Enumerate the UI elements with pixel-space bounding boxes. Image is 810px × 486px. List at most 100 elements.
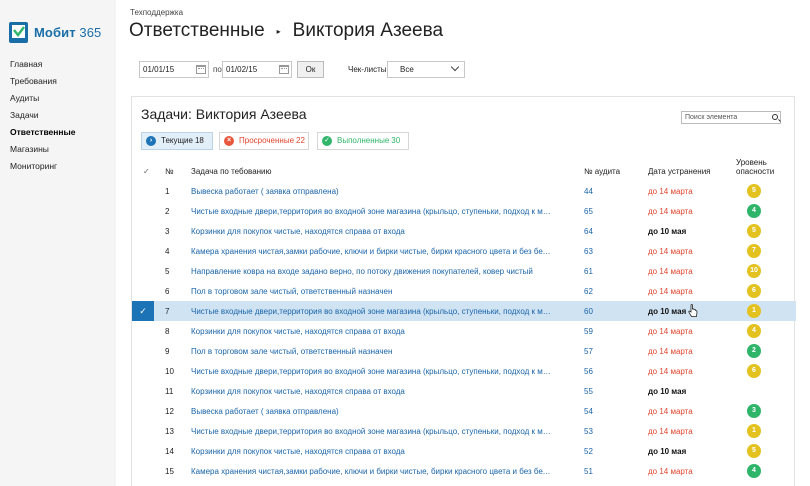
- row-due-date: до 10 мая: [648, 387, 687, 396]
- sidebar-item-responsible[interactable]: Ответственные: [0, 124, 116, 141]
- row-task-link[interactable]: Вывеска работает ( заявка отправлена): [191, 187, 553, 196]
- column-task[interactable]: Задача по тебованию: [191, 167, 272, 176]
- table-row[interactable]: 2 Чистые входные двери,территория во вход…: [132, 201, 796, 221]
- row-audit-link[interactable]: 51: [584, 467, 593, 476]
- row-audit-link[interactable]: 53: [584, 427, 593, 436]
- checklist-select[interactable]: Все: [387, 61, 465, 78]
- table-row[interactable]: 4 Камера хранения чистая,замки рабочие, к…: [132, 241, 796, 261]
- table-row[interactable]: 10 Чистые входные двери,территория во вхо…: [132, 361, 796, 381]
- row-task-link[interactable]: Направление ковра на входе задано верно,…: [191, 267, 553, 276]
- table-row[interactable]: 3 Корзинки для покупок чистые, находятся …: [132, 221, 796, 241]
- row-task-link[interactable]: Корзинки для покупок чистые, находятся с…: [191, 327, 553, 336]
- table-row[interactable]: 8 Корзинки для покупок чистые, находятся …: [132, 321, 796, 341]
- sidebar-item-monitoring[interactable]: Мониторинг: [0, 158, 116, 175]
- table-row[interactable]: 14 Корзинки для покупок чистые, находятся…: [132, 441, 796, 461]
- row-task-link[interactable]: Чистые входные двери,территория во входн…: [191, 307, 553, 316]
- row-task-link[interactable]: Чистые входные двери,территория во входн…: [191, 427, 553, 436]
- row-task-link[interactable]: Корзинки для покупок чистые, находятся с…: [191, 387, 553, 396]
- row-audit-link[interactable]: 44: [584, 187, 593, 196]
- select-all-check-icon[interactable]: ✓: [143, 167, 150, 176]
- table-row[interactable]: 1 Вывеска работает ( заявка отправлена) 44…: [132, 181, 796, 201]
- column-level[interactable]: Уровень опасности: [736, 158, 774, 176]
- row-danger-level-badge: 7: [747, 244, 761, 258]
- column-date[interactable]: Дата устранения: [648, 167, 711, 176]
- row-task-link[interactable]: Чистые входные двери,территория во входн…: [191, 207, 553, 216]
- table-row[interactable]: 5 Направление ковра на входе задано верно…: [132, 261, 796, 281]
- check-icon: ✓: [322, 136, 332, 146]
- row-danger-level-badge: 5: [747, 184, 761, 198]
- row-audit-link[interactable]: 60: [584, 307, 593, 316]
- table-row[interactable]: 15 Камера хранения чистая,замки рабочие, …: [132, 461, 796, 481]
- checklist-label: Чек-листы: [348, 65, 387, 74]
- tab-current-label: Текущие: [161, 136, 193, 145]
- row-num: 10: [165, 367, 174, 376]
- table-row[interactable]: 9 Пол в торговом зале чистый, ответственн…: [132, 341, 796, 361]
- row-danger-level-badge: 5: [747, 224, 761, 238]
- calendar-icon[interactable]: [279, 65, 289, 74]
- table-row[interactable]: ✓ 7 Чистые входные двери,территория во вхо…: [132, 301, 796, 321]
- column-audit[interactable]: № аудита: [584, 167, 620, 176]
- date-range-separator: по: [213, 65, 222, 74]
- page-title-section[interactable]: Ответственные: [129, 20, 265, 42]
- row-audit-link[interactable]: 61: [584, 267, 593, 276]
- row-audit-link[interactable]: 56: [584, 367, 593, 376]
- row-num: 14: [165, 447, 174, 456]
- row-danger-level-badge: 6: [747, 364, 761, 378]
- date-from-input[interactable]: 01/01/15: [139, 61, 209, 78]
- row-audit-link[interactable]: 54: [584, 407, 593, 416]
- panel-title: Задачи: Виктория Азеева: [141, 106, 307, 122]
- row-danger-level-badge: 4: [747, 204, 761, 218]
- row-num: 7: [165, 307, 170, 316]
- sidebar-item-tasks[interactable]: Задачи: [0, 107, 116, 124]
- search-icon[interactable]: [772, 114, 778, 120]
- row-num: 3: [165, 227, 170, 236]
- row-task-link[interactable]: Вывеска работает ( заявка отправлена): [191, 407, 553, 416]
- row-audit-link[interactable]: 59: [584, 327, 593, 336]
- row-task-link[interactable]: Камера хранения чистая,замки рабочие, кл…: [191, 247, 553, 256]
- row-num: 1: [165, 187, 170, 196]
- table-row[interactable]: 12 Вывеска работает ( заявка отправлена) 5…: [132, 401, 796, 421]
- row-task-link[interactable]: Пол в торговом зале чистый, ответственны…: [191, 347, 553, 356]
- row-task-link[interactable]: Корзинки для покупок чистые, находятся с…: [191, 227, 553, 236]
- row-audit-link[interactable]: 52: [584, 447, 593, 456]
- date-to-value: 01/02/15: [226, 65, 258, 74]
- sidebar-item-audits[interactable]: Аудиты: [0, 90, 116, 107]
- row-danger-level-badge: 5: [747, 444, 761, 458]
- ok-button[interactable]: Ок: [297, 61, 324, 78]
- row-task-link[interactable]: Пол в торговом зале чистый, ответственны…: [191, 287, 553, 296]
- row-audit-link[interactable]: 64: [584, 227, 593, 236]
- app-logo[interactable]: Мобит 365: [9, 21, 101, 43]
- row-task-link[interactable]: Корзинки для покупок чистые, находятся с…: [191, 447, 553, 456]
- row-task-link[interactable]: Камера хранения чистая,замки рабочие, кл…: [191, 467, 553, 476]
- search-placeholder: Поиск элемента: [685, 114, 738, 121]
- row-audit-link[interactable]: 57: [584, 347, 593, 356]
- calendar-icon[interactable]: [196, 65, 206, 74]
- date-to-input[interactable]: 01/02/15: [222, 61, 292, 78]
- tasks-panel: Задачи: Виктория Азеева Поиск элемента ›…: [131, 96, 796, 486]
- row-audit-link[interactable]: 65: [584, 207, 593, 216]
- column-level-line1: Уровень: [736, 158, 767, 167]
- sidebar-item-requirements[interactable]: Требования: [0, 73, 116, 90]
- row-check-icon[interactable]: ✓: [132, 301, 154, 321]
- row-audit-link[interactable]: 63: [584, 247, 593, 256]
- search-input[interactable]: Поиск элемента: [681, 111, 781, 124]
- breadcrumb[interactable]: Техподдержка: [130, 8, 183, 17]
- tab-completed[interactable]: ✓ Выполненные 30: [317, 132, 409, 150]
- row-danger-level-badge: 1: [747, 304, 761, 318]
- row-audit-link[interactable]: 55: [584, 387, 593, 396]
- table-row[interactable]: 11 Корзинки для покупок чистые, находятся…: [132, 381, 796, 401]
- column-level-line2: опасности: [736, 167, 775, 176]
- row-due-date: до 14 марта: [648, 187, 693, 196]
- row-danger-level-badge: 10: [747, 264, 761, 278]
- row-audit-link[interactable]: 62: [584, 287, 593, 296]
- row-num: 6: [165, 287, 170, 296]
- sidebar-item-home[interactable]: Главная: [0, 56, 116, 73]
- row-due-date: до 10 мая: [648, 447, 687, 456]
- tab-overdue[interactable]: × Просроченные 22: [219, 132, 309, 150]
- table-row[interactable]: 6 Пол в торговом зале чистый, ответственн…: [132, 281, 796, 301]
- row-task-link[interactable]: Чистые входные двери,территория во входн…: [191, 367, 553, 376]
- sidebar-item-stores[interactable]: Магазины: [0, 141, 116, 158]
- tab-current[interactable]: › Текущие 18: [141, 132, 213, 150]
- column-num[interactable]: №: [165, 167, 174, 176]
- table-row[interactable]: 13 Чистые входные двери,территория во вхо…: [132, 421, 796, 441]
